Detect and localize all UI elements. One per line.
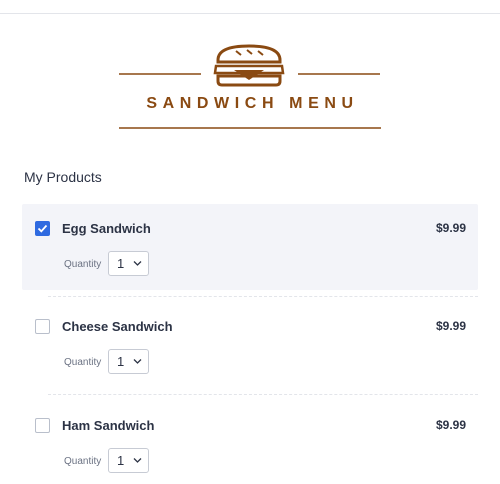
quantity-select[interactable]: 1 [108,349,149,374]
quantity-select[interactable]: 1 [108,448,149,473]
product-name: Ham Sandwich [62,418,155,433]
product-row-ham-sandwich[interactable]: Ham Sandwich $9.99 Quantity 1 [22,401,478,484]
product-price: $9.99 [435,418,466,432]
product-checkbox[interactable] [35,418,50,433]
quantity-value: 1 [117,354,125,369]
product-divider [48,296,478,297]
product-row-cheese-sandwich[interactable]: Cheese Sandwich $9.99 Quantity 1 [22,302,478,388]
quantity-label: Quantity [64,456,102,467]
page-title: SANDWICH MENU [146,95,359,112]
chevron-down-icon [133,261,142,266]
product-price: $9.99 [435,319,466,333]
quantity-value: 1 [117,453,125,468]
top-divider [0,13,500,14]
quantity-label: Quantity [64,259,102,270]
product-name: Cheese Sandwich [62,319,173,334]
product-row-egg-sandwich[interactable]: Egg Sandwich $9.99 Quantity 1 [22,204,478,290]
checkmark-icon [37,224,48,233]
product-price: $9.99 [435,221,466,235]
quantity-select[interactable]: 1 [108,251,149,276]
product-checkbox[interactable] [35,221,50,236]
sandwich-icon [119,44,381,129]
header-logo: SANDWICH MENU [0,40,500,135]
quantity-label: Quantity [64,357,102,368]
chevron-down-icon [133,359,142,364]
section-title: My Products [24,169,102,185]
product-checkbox[interactable] [35,319,50,334]
quantity-value: 1 [117,256,125,271]
chevron-down-icon [133,458,142,463]
product-name: Egg Sandwich [62,221,151,236]
product-divider [48,394,478,395]
